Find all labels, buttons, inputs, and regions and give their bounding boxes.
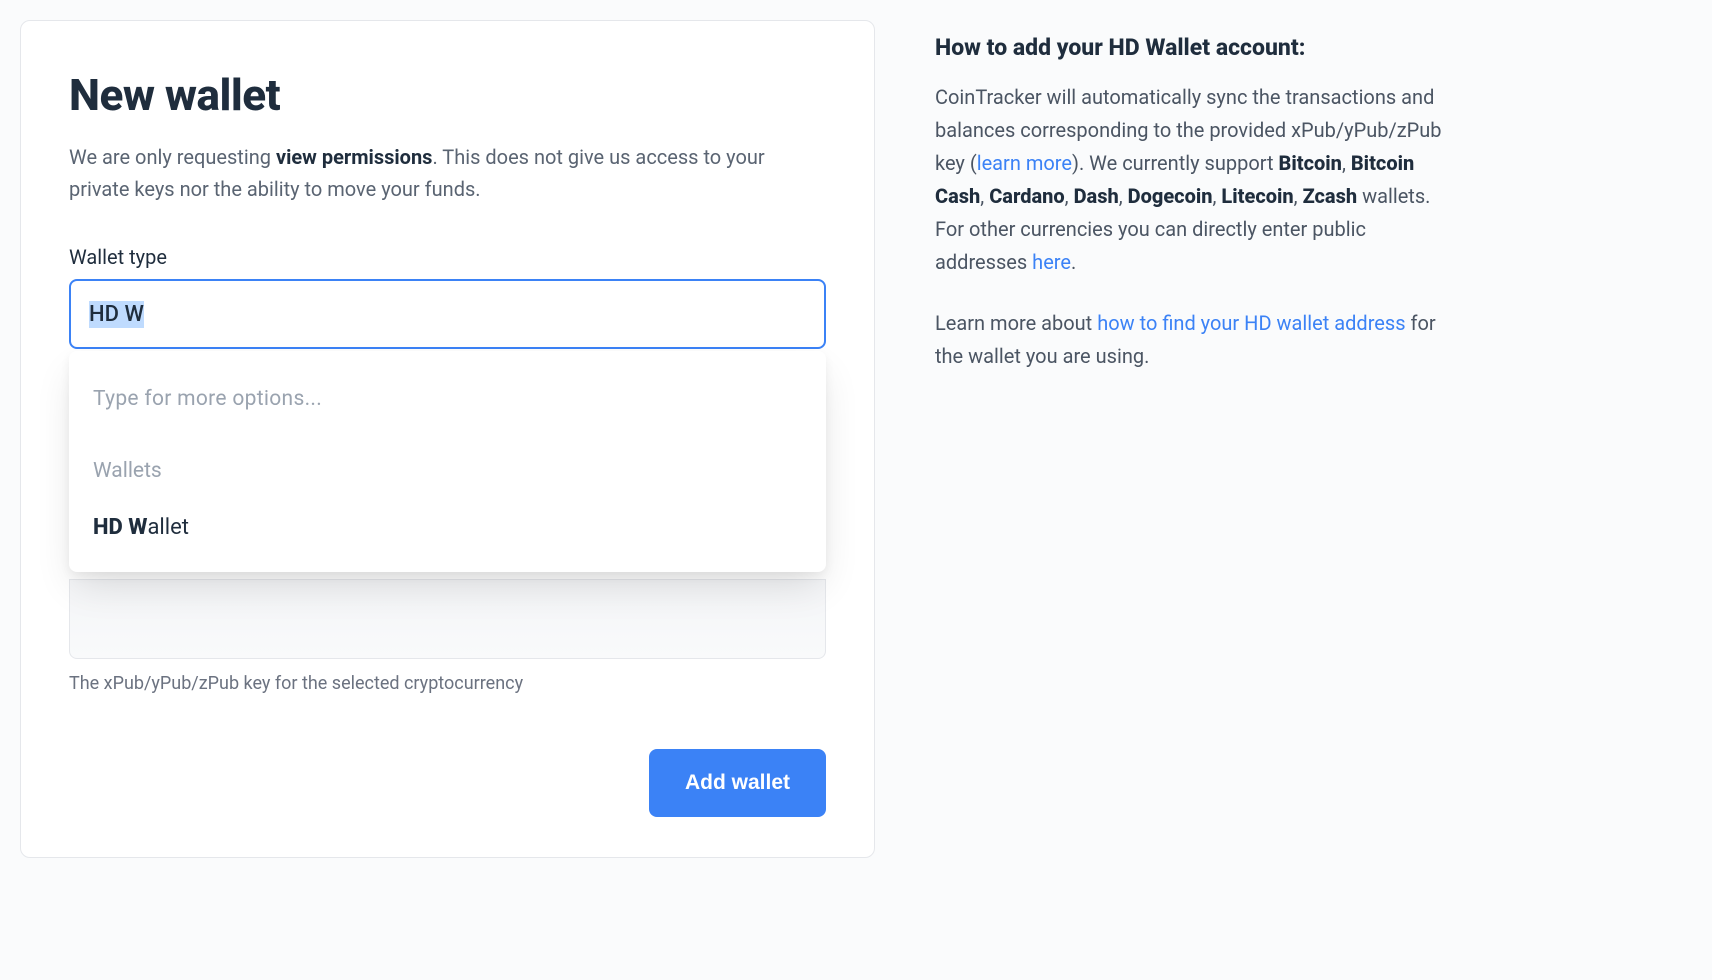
find-hd-wallet-address-link[interactable]: how to find your HD wallet address bbox=[1097, 311, 1405, 335]
new-wallet-card: New wallet We are only requesting view p… bbox=[20, 20, 875, 858]
wallet-type-dropdown: Type for more options... Wallets HD Wall… bbox=[69, 351, 826, 572]
coin-litecoin: Litecoin bbox=[1221, 184, 1293, 208]
permission-note-strong: view permissions bbox=[276, 145, 432, 169]
pubkey-input[interactable] bbox=[69, 579, 826, 659]
sep: , bbox=[1342, 151, 1351, 175]
coin-dash: Dash bbox=[1074, 184, 1119, 208]
option-match: HD W bbox=[93, 515, 147, 540]
permission-note-pre: We are only requesting bbox=[69, 145, 276, 169]
coin-cardano: Cardano bbox=[989, 184, 1064, 208]
sep: , bbox=[1065, 184, 1074, 208]
wallet-type-label: Wallet type bbox=[69, 245, 826, 269]
add-wallet-button[interactable]: Add wallet bbox=[649, 749, 826, 817]
coin-bitcoin: Bitcoin bbox=[1279, 151, 1342, 175]
permission-note: We are only requesting view permissions.… bbox=[69, 141, 826, 205]
dropdown-option-hd-wallet[interactable]: HD Wallet bbox=[69, 493, 826, 550]
actions-row: Add wallet bbox=[69, 749, 826, 817]
help-title: How to add your HD Wallet account: bbox=[935, 34, 1460, 61]
pubkey-helper-text: The xPub/yPub/zPub key for the selected … bbox=[69, 673, 826, 694]
help-p2-a: Learn more about bbox=[935, 311, 1097, 335]
coin-dogecoin: Dogecoin bbox=[1128, 184, 1213, 208]
page-title: New wallet bbox=[69, 69, 826, 121]
sep: , bbox=[980, 184, 989, 208]
dropdown-group-wallets: Wallets bbox=[69, 443, 826, 493]
wallet-type-input[interactable]: HD W bbox=[69, 279, 826, 349]
sep: , bbox=[1294, 184, 1303, 208]
coin-zcash: Zcash bbox=[1303, 184, 1358, 208]
help-paragraph-1: CoinTracker will automatically sync the … bbox=[935, 81, 1460, 279]
dropdown-hint: Type for more options... bbox=[69, 369, 826, 443]
sep: , bbox=[1119, 184, 1128, 208]
wallet-type-combobox: HD W Type for more options... Wallets HD… bbox=[69, 279, 826, 349]
public-addresses-here-link[interactable]: here bbox=[1032, 250, 1071, 274]
help-p1-d: . bbox=[1071, 250, 1076, 274]
wallet-type-input-text: HD W bbox=[89, 301, 144, 328]
help-paragraph-2: Learn more about how to find your HD wal… bbox=[935, 307, 1460, 373]
help-sidebar: How to add your HD Wallet account: CoinT… bbox=[935, 20, 1460, 858]
learn-more-link[interactable]: learn more bbox=[977, 151, 1072, 175]
help-p1-b: ). We currently support bbox=[1072, 151, 1279, 175]
option-rest: allet bbox=[147, 515, 189, 540]
